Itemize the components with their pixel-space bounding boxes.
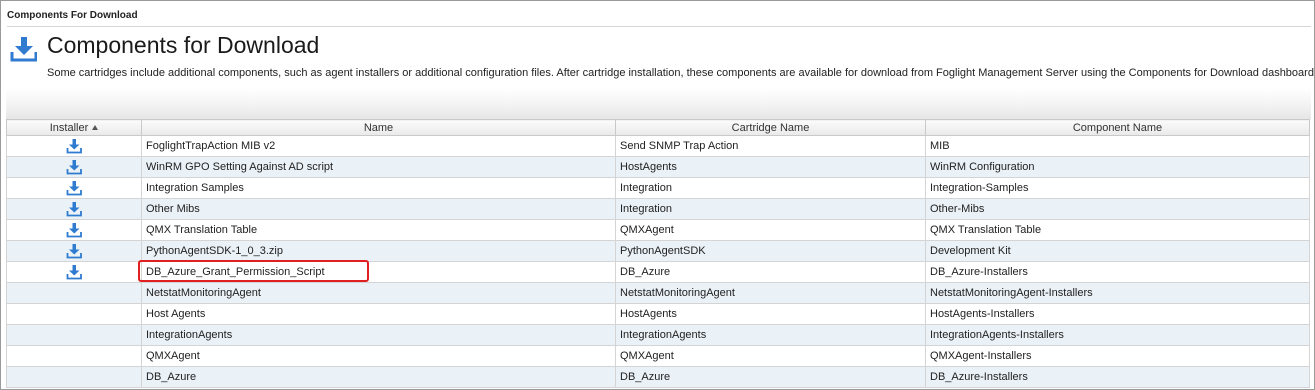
name-cell: NetstatMonitoringAgent (141, 282, 616, 304)
cartridge-name-cell: Integration (615, 177, 926, 199)
cartridge-name-cell: QMXAgent (615, 345, 926, 367)
installer-cell[interactable] (6, 219, 142, 241)
installer-cell[interactable] (6, 198, 142, 220)
column-header-installer-label: Installer (49, 121, 89, 134)
download-icon[interactable] (66, 180, 82, 196)
table-row[interactable]: WinRM GPO Setting Against AD script HostA… (6, 156, 1310, 178)
component-name-cell: HostAgents-Installers (925, 303, 1310, 325)
component-name-cell: Other-Mibs (925, 198, 1310, 220)
page-description: Some cartridges include additional compo… (47, 67, 1315, 79)
table-row[interactable]: QMX Translation Table QMXAgent QMX Transla… (6, 219, 1310, 241)
breadcrumb: Components For Download (7, 10, 138, 21)
table-row[interactable]: Integration Samples Integration Integratio… (6, 177, 1310, 199)
cartridge-name-cell: HostAgents (615, 303, 926, 325)
name-cell: QMXAgent (141, 345, 616, 367)
component-name-cell: Integration-Samples (925, 177, 1310, 199)
installer-cell (6, 366, 142, 388)
cartridge-name-cell: PythonAgentSDK (615, 240, 926, 262)
column-header-cartridge-name[interactable]: Cartridge Name (615, 119, 926, 136)
installer-cell[interactable] (6, 240, 142, 262)
download-icon[interactable] (66, 222, 82, 238)
component-name-cell: NetstatMonitoringAgent-Installers (925, 282, 1310, 304)
page-title: Components for Download (47, 32, 320, 58)
installer-cell[interactable] (6, 261, 142, 283)
name-cell: FoglightTrapAction MIB v2 (141, 135, 616, 157)
cartridge-name-cell: Send SNMP Trap Action (615, 135, 926, 157)
header-divider (7, 26, 1311, 27)
table-row[interactable]: IntegrationAgents IntegrationAgents Integr… (6, 324, 1310, 346)
installer-cell (6, 303, 142, 325)
name-cell: QMX Translation Table (141, 219, 616, 241)
installer-cell (6, 345, 142, 367)
component-name-cell: MIB (925, 135, 1310, 157)
name-cell: Host Agents (141, 303, 616, 325)
table-row[interactable]: FoglightTrapAction MIB v2 Send SNMP Trap … (6, 135, 1310, 157)
cartridge-name-cell: DB_Azure (615, 261, 926, 283)
table-row[interactable]: DB_Azure DB_Azure DB_Azure-Installers (6, 366, 1310, 388)
component-name-cell: Development Kit (925, 240, 1310, 262)
installer-cell (6, 324, 142, 346)
component-name-cell: QMX Translation Table (925, 219, 1310, 241)
download-icon[interactable] (66, 159, 82, 175)
download-icon[interactable] (66, 201, 82, 217)
column-header-component-name[interactable]: Component Name (925, 119, 1310, 136)
components-table: Installer Name Cartridge Name Component … (6, 119, 1310, 388)
column-header-installer[interactable]: Installer (6, 119, 142, 136)
name-cell: PythonAgentSDK-1_0_3.zip (141, 240, 616, 262)
table-row[interactable]: Other Mibs Integration Other-Mibs (6, 198, 1310, 220)
column-header-name[interactable]: Name (141, 119, 616, 136)
component-name-cell: DB_Azure-Installers (925, 366, 1310, 388)
name-cell: WinRM GPO Setting Against AD script (141, 156, 616, 178)
cartridge-name-cell: IntegrationAgents (615, 324, 926, 346)
table-row[interactable]: PythonAgentSDK-1_0_3.zip PythonAgentSDK De… (6, 240, 1310, 262)
cartridge-name-cell: Integration (615, 198, 926, 220)
cartridge-name-cell: DB_Azure (615, 366, 926, 388)
highlight-box (138, 260, 369, 282)
table-row[interactable]: Host Agents HostAgents HostAgents-Installe… (6, 303, 1310, 325)
component-name-cell: QMXAgent-Installers (925, 345, 1310, 367)
component-name-cell: DB_Azure-Installers (925, 261, 1310, 283)
table-header-row: Installer Name Cartridge Name Component … (6, 119, 1310, 136)
name-cell: Other Mibs (141, 198, 616, 220)
download-icon[interactable] (66, 264, 82, 280)
components-table-container: Installer Name Cartridge Name Component … (6, 119, 1310, 388)
name-cell: DB_Azure (141, 366, 616, 388)
table-row[interactable]: QMXAgent QMXAgent QMXAgent-Installers (6, 345, 1310, 367)
cartridge-name-cell: HostAgents (615, 156, 926, 178)
sort-ascending-icon (92, 124, 99, 130)
download-icon[interactable] (66, 243, 82, 259)
name-cell: IntegrationAgents (141, 324, 616, 346)
toolbar-band (6, 88, 1311, 119)
table-row[interactable]: NetstatMonitoringAgent NetstatMonitoringA… (6, 282, 1310, 304)
download-icon[interactable] (66, 138, 82, 154)
installer-cell[interactable] (6, 156, 142, 178)
cartridge-name-cell: NetstatMonitoringAgent (615, 282, 926, 304)
cartridge-name-cell: QMXAgent (615, 219, 926, 241)
installer-cell[interactable] (6, 135, 142, 157)
installer-cell[interactable] (6, 177, 142, 199)
download-icon (10, 37, 37, 62)
component-name-cell: IntegrationAgents-Installers (925, 324, 1310, 346)
component-name-cell: WinRM Configuration (925, 156, 1310, 178)
name-cell: Integration Samples (141, 177, 616, 199)
installer-cell (6, 282, 142, 304)
